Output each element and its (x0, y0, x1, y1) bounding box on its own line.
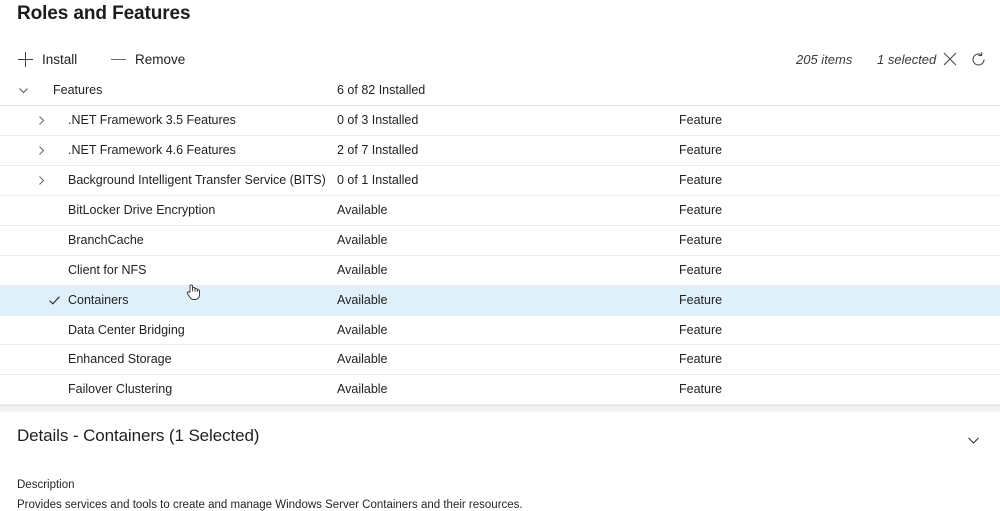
install-button-label: Install (42, 52, 77, 67)
table-row[interactable]: .NET Framework 3.5 Features 0 of 3 Instal… (0, 106, 1000, 136)
table-group-row[interactable]: Features 6 of 82 Installed (0, 76, 1000, 106)
row-feature-name: Data Center Bridging (68, 316, 185, 345)
table-row[interactable]: Background Intelligent Transfer Service … (0, 166, 1000, 196)
table-rows-host: .NET Framework 3.5 Features 0 of 3 Instal… (0, 106, 1000, 405)
row-type: Feature (679, 316, 722, 345)
remove-button[interactable]: Remove (111, 43, 185, 75)
chevron-down-icon (965, 432, 982, 449)
refresh-icon (970, 51, 987, 68)
row-feature-name: .NET Framework 4.6 Features (68, 136, 236, 165)
row-install-status: Available (337, 375, 388, 404)
close-icon (942, 51, 958, 67)
group-row-name: Features (53, 76, 102, 105)
row-install-status: Available (337, 226, 388, 255)
row-install-status: Available (337, 286, 388, 315)
command-bar: Install Remove 205 items 1 selected (0, 43, 1000, 76)
row-install-status: 0 of 3 Installed (337, 106, 418, 135)
details-panel: Details - Containers (1 Selected) Descri… (0, 412, 1000, 511)
row-type: Feature (679, 286, 722, 315)
table-row[interactable]: Containers Available Feature (0, 286, 1000, 316)
row-feature-name: Enhanced Storage (68, 345, 172, 374)
table-row[interactable]: BitLocker Drive Encryption Available Featu… (0, 196, 1000, 226)
install-button[interactable]: Install (18, 43, 77, 75)
table-row[interactable]: BranchCache Available Feature (0, 226, 1000, 256)
row-install-status: Available (337, 345, 388, 374)
row-expander[interactable] (33, 166, 49, 195)
chevron-right-icon (35, 114, 48, 127)
group-row-status: 6 of 82 Installed (337, 76, 425, 105)
features-table[interactable]: Features 6 of 82 Installed .NET Framewor… (0, 76, 1000, 405)
details-title: Details - Containers (1 Selected) (17, 426, 259, 446)
minus-icon (111, 52, 126, 67)
row-feature-name: BranchCache (68, 226, 144, 255)
description-label: Description (17, 479, 75, 491)
row-type: Feature (679, 256, 722, 285)
items-count-label: 205 items (796, 43, 852, 75)
row-install-status: Available (337, 316, 388, 345)
table-row[interactable]: Enhanced Storage Available Feature (0, 345, 1000, 375)
row-type: Feature (679, 166, 722, 195)
row-expander[interactable] (33, 136, 49, 165)
row-feature-name: Background Intelligent Transfer Service … (68, 166, 326, 195)
row-install-status: 2 of 7 Installed (337, 136, 418, 165)
refresh-button[interactable] (966, 47, 990, 71)
row-feature-name: Containers (68, 286, 128, 315)
row-type: Feature (679, 345, 722, 374)
chevron-right-icon (35, 144, 48, 157)
row-type: Feature (679, 226, 722, 255)
page-title: Roles and Features (17, 3, 190, 25)
remove-button-label: Remove (135, 52, 185, 67)
details-collapse-button[interactable] (962, 429, 984, 451)
selected-count-label: 1 selected (877, 43, 936, 75)
table-row[interactable]: .NET Framework 4.6 Features 2 of 7 Instal… (0, 136, 1000, 166)
row-feature-name: Failover Clustering (68, 375, 172, 404)
row-expander[interactable] (33, 106, 49, 135)
group-expander[interactable] (15, 76, 31, 105)
chevron-right-icon (35, 174, 48, 187)
table-row[interactable]: Client for NFS Available Feature (0, 256, 1000, 286)
clear-selection-button[interactable] (938, 47, 962, 71)
row-install-status: Available (337, 196, 388, 225)
row-type: Feature (679, 106, 722, 135)
row-type: Feature (679, 196, 722, 225)
chevron-down-icon (17, 84, 30, 97)
description-text: Provides services and tools to create an… (17, 499, 523, 511)
row-feature-name: Client for NFS (68, 256, 147, 285)
plus-icon (18, 52, 33, 67)
row-feature-name: BitLocker Drive Encryption (68, 196, 215, 225)
row-install-status: Available (337, 256, 388, 285)
row-feature-name: .NET Framework 3.5 Features (68, 106, 236, 135)
table-row[interactable]: Data Center Bridging Available Feature (0, 316, 1000, 346)
row-type: Feature (679, 375, 722, 404)
table-row[interactable]: Failover Clustering Available Feature (0, 375, 1000, 405)
row-type: Feature (679, 136, 722, 165)
row-install-status: 0 of 1 Installed (337, 166, 418, 195)
row-selected-check-icon (47, 286, 61, 315)
roles-and-features-page: Roles and Features Install Remove 205 it… (0, 0, 1000, 511)
